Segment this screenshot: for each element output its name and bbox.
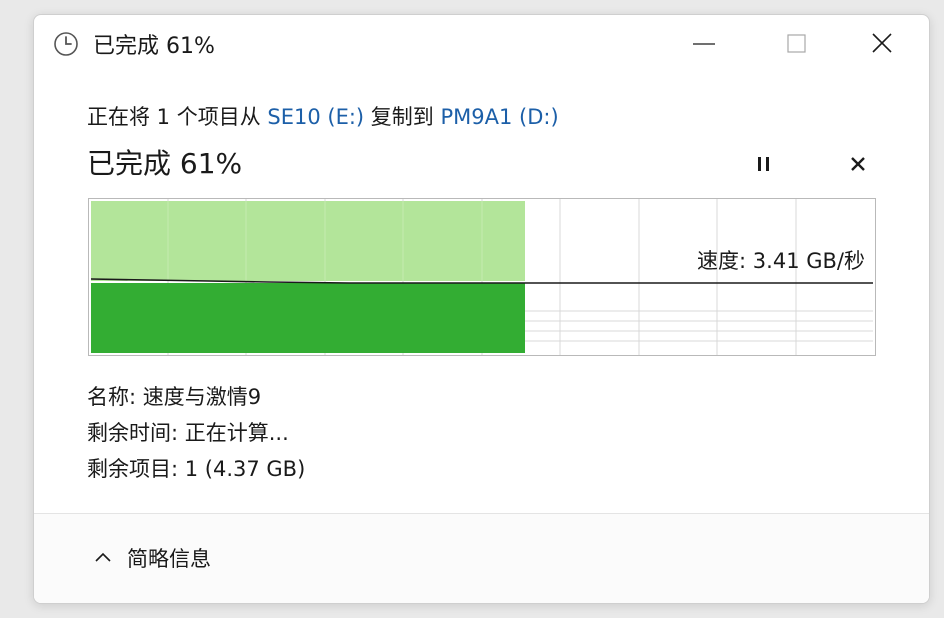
fewer-details-label: 简略信息 bbox=[127, 547, 211, 571]
fewer-details-toggle[interactable]: 简略信息 bbox=[93, 541, 211, 575]
minimize-button[interactable] bbox=[658, 15, 750, 73]
close-icon bbox=[872, 33, 892, 53]
title-bar: 已完成 61% bbox=[34, 15, 929, 73]
cancel-button[interactable] bbox=[840, 146, 876, 182]
copy-description: 正在将 1 个项目从 SE10 (E:) 复制到 PM9A1 (D:) bbox=[87, 101, 559, 131]
items-remaining: 剩余项目: 1 (4.37 GB) bbox=[87, 457, 306, 481]
copy-prefix: 正在将 1 个项目从 bbox=[87, 105, 268, 129]
file-name: 名称: 速度与激情9 bbox=[87, 385, 262, 409]
footer: 简略信息 bbox=[34, 513, 929, 603]
time-remaining: 剩余时间: 正在计算... bbox=[87, 421, 289, 445]
pause-icon bbox=[758, 157, 769, 171]
speed-graph-canvas bbox=[90, 199, 873, 355]
cancel-icon bbox=[851, 157, 865, 171]
close-button[interactable] bbox=[837, 15, 929, 73]
progress-label: 已完成 61% bbox=[87, 147, 243, 180]
clock-icon bbox=[53, 31, 79, 57]
copy-progress-dialog: 已完成 61% 正在将 1 个项目从 SE10 (E:) 复制到 PM9A1 (… bbox=[33, 14, 930, 604]
source-link[interactable]: SE10 (E:) bbox=[267, 105, 364, 129]
destination-link[interactable]: PM9A1 (D:) bbox=[440, 105, 558, 129]
window-title: 已完成 61% bbox=[93, 34, 215, 59]
transfer-area-light bbox=[91, 201, 525, 281]
maximize-button[interactable] bbox=[750, 15, 842, 73]
speed-graph: 速度: 3.41 GB/秒 bbox=[88, 198, 876, 356]
speed-label: 速度: 3.41 GB/秒 bbox=[697, 249, 865, 273]
pause-button[interactable] bbox=[746, 146, 782, 182]
minimize-icon bbox=[693, 43, 715, 45]
copy-middle: 复制到 bbox=[364, 105, 441, 129]
transfer-area-dark bbox=[91, 283, 525, 353]
chevron-up-icon bbox=[95, 552, 111, 562]
maximize-icon bbox=[787, 34, 806, 53]
